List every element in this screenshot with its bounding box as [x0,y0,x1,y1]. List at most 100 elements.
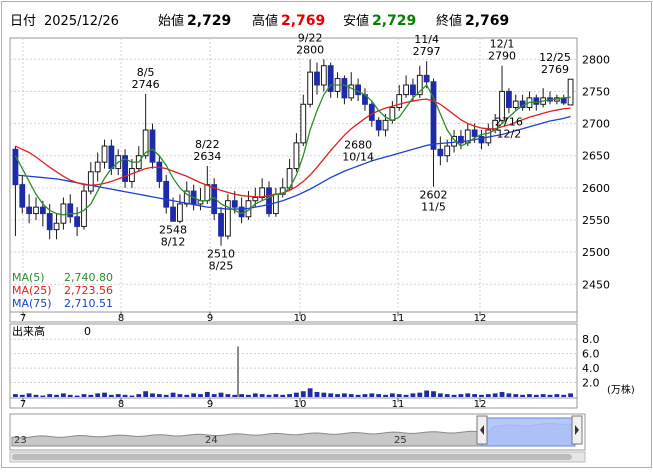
volume-bar [431,391,436,397]
candle-body [293,142,300,170]
scrollbar-thumb[interactable] [12,454,572,460]
volume-bar [33,394,39,397]
y-tick-label: 2550 [582,214,610,227]
volume-bar [506,393,512,397]
candle-body [272,193,279,215]
volume-bar [300,391,306,397]
x-tick-label: 9 [207,313,213,324]
volume-bar [211,394,217,397]
candle-body [389,107,396,121]
volume-bar [239,394,244,397]
volume-bar [424,390,430,397]
x-tick-label: 7 [20,313,26,324]
ma25-label: MA(25) [12,284,52,297]
volume-bar [163,394,169,397]
candle-body [12,148,19,186]
open-label: 始値 [158,13,184,29]
x-tick-label: 10 [294,313,307,324]
volume-bar [95,393,101,397]
volume-bar [129,395,135,397]
x-tick-label: 8 [118,313,124,324]
candle-body [430,81,437,150]
candle-body [60,203,67,224]
volume-bar [307,388,313,397]
price-x-axis: 7 8 9 10 11 12 [9,311,578,324]
volume-y-axis: 2.0 4.06.0 8.0 [582,333,600,389]
volume-unit: (万株) [607,383,635,396]
volume-bar [383,394,388,397]
volume-bar [19,394,25,397]
candle-body [74,216,81,227]
volume-bar [266,394,272,397]
volume-bar [74,395,80,397]
y-tick-label: 2600 [582,182,610,195]
volume-tick-label: 2.0 [582,377,600,390]
stock-chart-widget: 日付 2025/12/26 始値 2,729 高値 2,769 安値 2,729… [0,0,653,470]
volume-bar [47,394,53,397]
navigator-label-23: 23 [14,435,27,446]
candle-body [108,145,115,170]
candle-body [396,94,403,109]
x-tick-label: 8 [118,399,124,410]
volume-bar [389,393,395,397]
volume-bar [67,394,73,397]
volume-bar [13,394,18,397]
candle-body [300,103,307,144]
annotation-label: 2769 [541,63,569,76]
candle-body [19,184,26,208]
y-tick-label: 2650 [582,150,610,163]
candle-body [266,187,272,215]
volume-bar [472,394,478,397]
navigator-left-handle[interactable] [476,415,488,445]
volume-bar [184,394,190,397]
volume-bar [513,394,519,397]
volume-bar [396,394,402,397]
x-tick-label: 12 [474,313,487,324]
volume-bar [246,394,251,397]
volume-bar [232,394,238,397]
volume-bar [143,391,149,397]
candle-body [177,203,183,222]
x-tick-label: 10 [294,399,307,410]
date-label: 日付 [10,14,36,29]
volume-bar [225,394,231,397]
high-label: 高値 [252,13,278,29]
candle-body [26,206,33,215]
candle-body [423,74,430,83]
volume-bar [252,393,258,397]
candle-body [101,145,108,163]
annotation-label: 11/5 [421,201,446,214]
annotation-label: 2797 [413,45,441,58]
volume-bar [287,394,292,397]
volume-tick-label: 6.0 [582,348,600,361]
annotation-label: 2790 [488,50,516,63]
volume-bar [237,346,239,397]
volume-bar [355,394,361,397]
y-tick-label: 2500 [582,246,610,259]
navigator-selection[interactable] [481,417,576,447]
volume-bar [403,394,409,397]
volume-bar [273,394,279,397]
candle-body [355,84,362,96]
volume-bar [150,393,155,397]
annotation-label: 10/14 [342,150,374,163]
candle-body [410,84,416,96]
close-value: 2,769 [465,13,509,29]
candle-body [512,100,519,108]
volume-bar [527,394,532,397]
volume-bar [280,394,286,397]
open-value: 2,729 [187,13,231,29]
candle-body [314,71,320,86]
candle-body [67,203,74,218]
ma5-label: MA(5) [12,271,45,284]
volume-bar [102,392,107,397]
candle-body [94,161,101,173]
volume-bar [376,394,382,397]
candle-body [375,119,382,131]
volume-bar [369,393,375,397]
candle-body [437,148,444,157]
navigator-right-handle[interactable] [571,415,583,445]
ma75-value: 2,710.51 [64,297,113,310]
volume-bar [198,394,203,397]
volume-bar [81,394,87,397]
